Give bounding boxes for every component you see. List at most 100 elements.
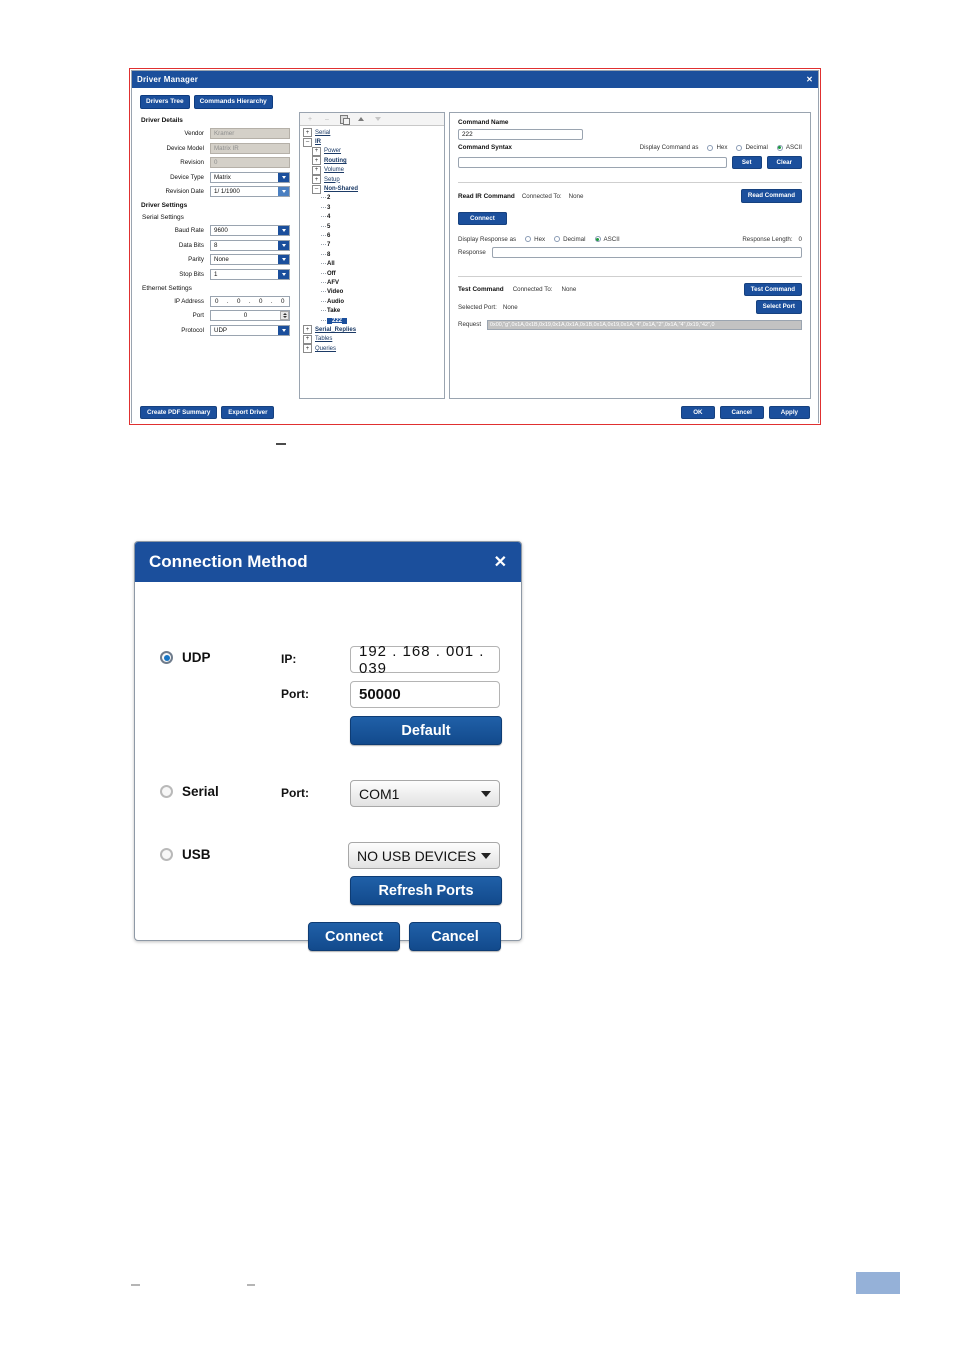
tree-node[interactable]: 7 <box>302 241 444 250</box>
tree-node[interactable]: + Setup <box>302 175 444 185</box>
port-input[interactable]: 50000 <box>350 681 500 708</box>
chevron-down-icon[interactable] <box>278 325 289 335</box>
ip-address-input[interactable]: 0. 0. 0. 0 <box>210 295 290 307</box>
radio-display-response-ascii[interactable]: ASCII <box>594 236 620 243</box>
connect-button[interactable]: Connect <box>308 922 400 951</box>
ip-address-input[interactable]: 192 . 168 . 001 . 039 <box>350 643 500 677</box>
chevron-down-icon[interactable] <box>278 240 289 250</box>
tree-node[interactable]: + Serial <box>302 128 444 138</box>
tree-node[interactable]: 6 <box>302 231 444 240</box>
chevron-down-icon <box>481 852 491 859</box>
tree-node[interactable]: 8 <box>302 250 444 259</box>
move-down-icon[interactable] <box>374 115 382 123</box>
tree-node[interactable]: – IR <box>302 137 444 147</box>
tree-node[interactable]: + Routing <box>302 156 444 166</box>
chevron-down-icon[interactable] <box>278 172 289 182</box>
tree-node[interactable]: + Queries <box>302 344 444 354</box>
tree-node[interactable]: 2 <box>302 194 444 203</box>
clear-button[interactable]: Clear <box>766 156 802 170</box>
tree-node[interactable]: All <box>302 259 444 268</box>
tree-node[interactable]: – Non-Shared <box>302 184 444 194</box>
tree-node[interactable]: 3 <box>302 203 444 212</box>
expand-icon[interactable]: + <box>312 165 321 175</box>
radio-udp[interactable]: UDP <box>160 650 211 665</box>
expand-icon[interactable]: + <box>303 128 312 138</box>
radio-label-usb: USB <box>182 847 211 862</box>
field-label-device-type: Device Type <box>170 173 204 181</box>
expand-icon[interactable]: + <box>312 156 321 166</box>
tree-node[interactable]: Take <box>302 306 444 315</box>
field-label-protocol: Protocol <box>181 326 204 334</box>
command-name-input[interactable]: 222 <box>458 129 583 140</box>
request-input[interactable]: 0x00,"g",0x1A,0x1B,0x19,0x1A,0x1A,0x1B,0… <box>487 319 802 330</box>
cancel-button[interactable]: Cancel <box>719 406 764 420</box>
read-command-button[interactable]: Read Command <box>740 189 802 203</box>
port-input[interactable]: 0 <box>210 310 290 321</box>
expand-icon[interactable]: + <box>312 175 321 185</box>
usb-device-select[interactable]: NO USB DEVICES <box>348 842 500 869</box>
apply-button[interactable]: Apply <box>768 406 810 420</box>
move-up-icon[interactable] <box>357 115 365 123</box>
expand-icon[interactable]: + <box>303 344 312 354</box>
tree-node[interactable]: 222 <box>302 316 444 325</box>
export-driver-button[interactable]: Export Driver <box>221 406 275 420</box>
ip-octet-4: 0 <box>281 297 285 305</box>
tree-connector <box>321 225 326 228</box>
radio-serial[interactable]: Serial <box>160 784 219 799</box>
add-icon[interactable]: + <box>306 115 314 123</box>
expand-icon[interactable]: + <box>303 334 312 344</box>
set-button[interactable]: Set <box>731 156 762 170</box>
radio-display-command-decimal[interactable]: Decimal <box>736 144 768 151</box>
tree-node-list[interactable]: + Serial – IR + Power + Routing + Volume + Setup – No… <box>300 126 444 401</box>
chevron-down-icon[interactable] <box>278 269 289 279</box>
refresh-ports-button[interactable]: Refresh Ports <box>350 876 502 905</box>
response-input[interactable] <box>491 246 802 258</box>
serial-port-select[interactable]: COM1 <box>350 780 500 807</box>
tab-commands-hierarchy[interactable]: Commands Hierarchy <box>193 95 273 110</box>
create-pdf-summary-button[interactable]: Create PDF Summary <box>140 406 218 420</box>
radio-display-response-decimal[interactable]: Decimal <box>554 236 586 243</box>
copy-icon[interactable] <box>340 114 350 125</box>
tree-node[interactable]: + Tables <box>302 334 444 344</box>
tree-node-label: 3 <box>327 204 331 211</box>
command-syntax-label: Command Syntax <box>458 144 512 151</box>
tree-toolbar: + – <box>300 113 444 126</box>
port-stepper[interactable] <box>280 311 289 320</box>
test-command-button[interactable]: Test Command <box>743 282 802 297</box>
vendor-input: Kramer <box>210 128 290 139</box>
ok-button[interactable]: OK <box>681 406 715 420</box>
tree-node[interactable]: Video <box>302 288 444 297</box>
close-icon[interactable]: ✕ <box>806 75 813 84</box>
chevron-down-icon[interactable] <box>278 255 289 264</box>
radio-label: Hex <box>534 235 546 243</box>
collapse-icon[interactable]: – <box>312 184 321 194</box>
cancel-button[interactable]: Cancel <box>409 922 501 951</box>
default-button[interactable]: Default <box>350 716 502 745</box>
connect-button[interactable]: Connect <box>458 211 507 225</box>
chevron-down-icon[interactable] <box>278 226 289 235</box>
radio-display-command-ascii[interactable]: ASCII <box>776 144 802 151</box>
calendar-chevron-icon[interactable] <box>278 187 289 196</box>
command-syntax-input[interactable] <box>458 157 727 169</box>
tree-node-label: Volume <box>324 167 345 174</box>
radio-display-response-hex[interactable]: Hex <box>525 236 545 243</box>
expand-icon[interactable]: + <box>303 325 312 335</box>
tab-drivers-tree[interactable]: Drivers Tree <box>140 95 190 110</box>
radio-usb[interactable]: USB <box>160 847 211 862</box>
tree-node[interactable]: Off <box>302 269 444 278</box>
field-data-bits: Data Bits 8 <box>140 239 290 251</box>
tree-node[interactable]: AFV <box>302 278 444 287</box>
tree-node[interactable]: + Serial_Replies <box>302 325 444 335</box>
tree-node[interactable]: + Volume <box>302 165 444 175</box>
expand-icon[interactable]: + <box>312 146 321 156</box>
collapse-icon[interactable]: – <box>303 137 312 147</box>
tree-node[interactable]: 4 <box>302 213 444 222</box>
radio-display-command-hex[interactable]: Hex <box>707 144 727 151</box>
tree-node[interactable]: Audio <box>302 297 444 306</box>
tree-node[interactable]: + Power <box>302 146 444 156</box>
select-port-button[interactable]: Select Port <box>755 300 802 314</box>
remove-icon[interactable]: – <box>323 115 331 123</box>
close-icon[interactable]: ✕ <box>494 552 507 572</box>
tree-node[interactable]: 5 <box>302 222 444 231</box>
serial-settings-heading: Serial Settings <box>142 214 184 221</box>
